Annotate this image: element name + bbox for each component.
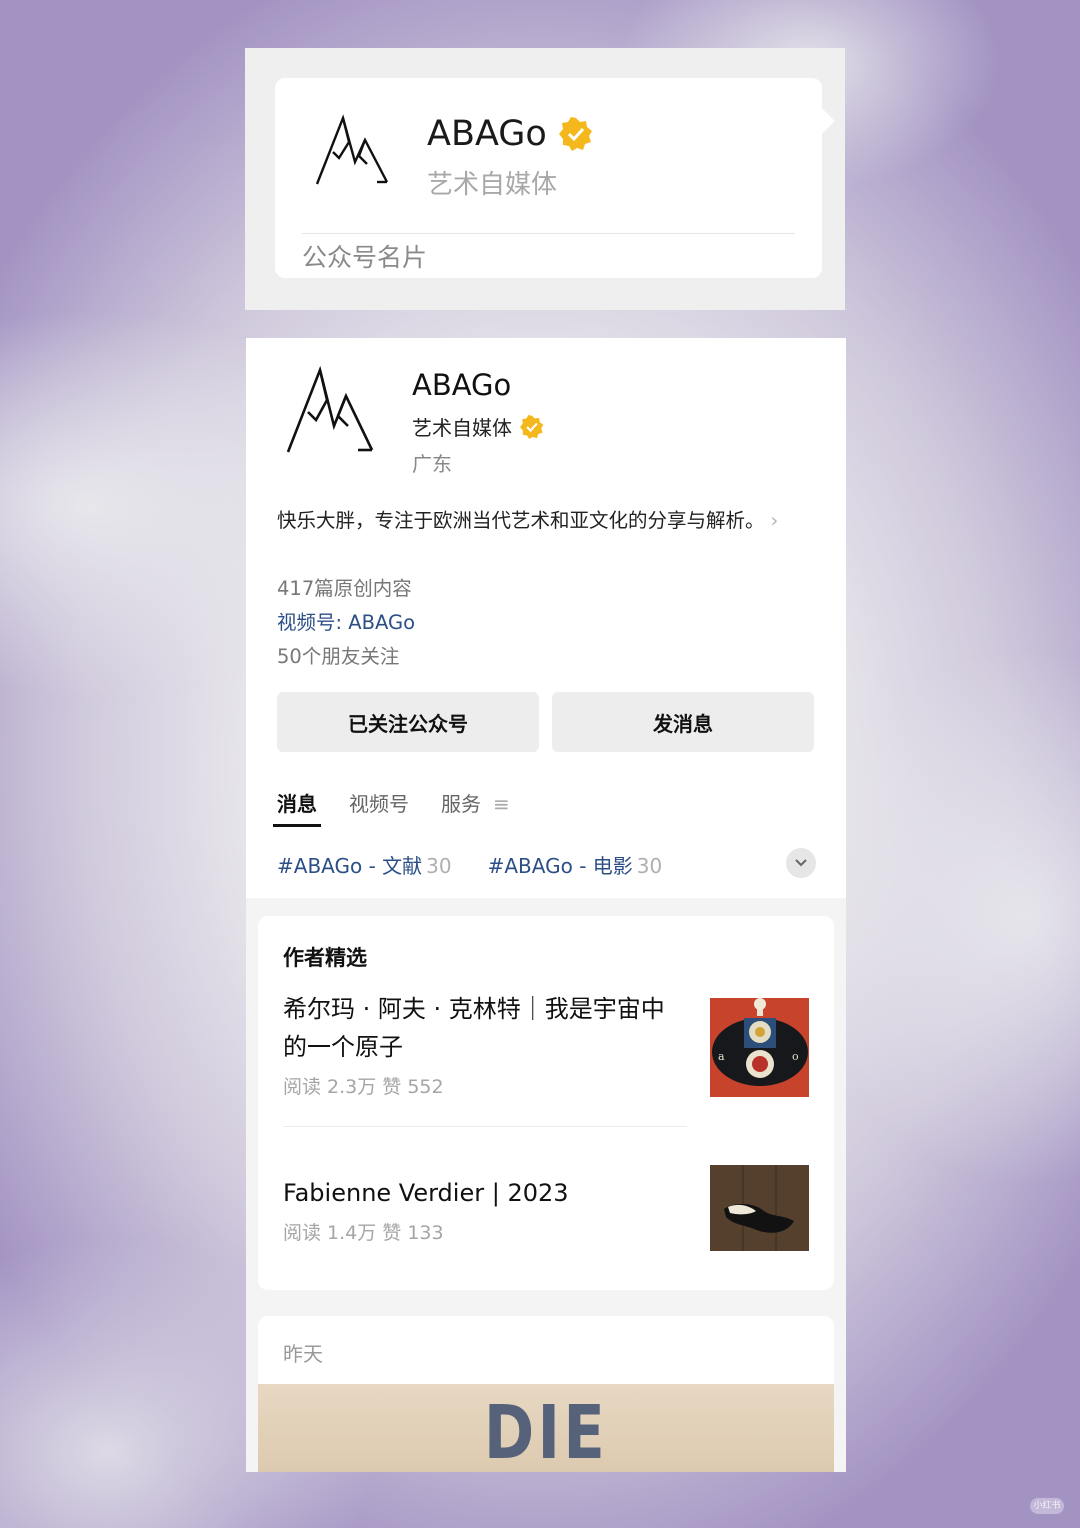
tab-channels-label: 视频号: [349, 792, 409, 816]
share-card[interactable]: ABAGo 艺术自媒体 公众号名片: [275, 78, 835, 278]
feed-cover-image[interactable]: DIE SCHEUCHE: [258, 1384, 834, 1472]
tag-literature[interactable]: #ABAGo - 文献 30: [277, 850, 452, 879]
divider: [283, 1126, 687, 1127]
profile-name: ABAGo: [412, 368, 512, 402]
verified-badge-icon: [520, 414, 544, 439]
menu-icon: ≡: [493, 792, 510, 816]
share-card-frame: ABAGo 艺术自媒体 公众号名片: [245, 48, 845, 310]
tag-count: 30: [636, 854, 663, 878]
share-card-subtitle: 艺术自媒体: [427, 170, 558, 200]
profile-type: 艺术自媒体: [412, 416, 512, 440]
feed-day-card: 昨天 DIE SCHEUCHE: [258, 1316, 834, 1472]
tag-label: #ABAGo - 文献: [277, 854, 423, 878]
tab-messages-label: 消息: [277, 792, 317, 816]
article-item[interactable]: Fabienne Verdier | 2023 阅读 1.4万 赞 133: [283, 1174, 673, 1245]
send-message-button[interactable]: 发消息: [552, 692, 814, 752]
divider: [302, 233, 795, 234]
mountain-logo-icon[interactable]: [286, 366, 376, 458]
day-label: 昨天: [283, 1342, 323, 1366]
chevron-right-icon: ›: [770, 509, 779, 532]
followed-button[interactable]: 已关注公众号: [277, 692, 539, 752]
article-thumbnail[interactable]: a o: [710, 998, 809, 1097]
profile-location: 广东: [412, 452, 452, 476]
article-title: 希尔玛 · 阿夫 · 克林特｜我是宇宙中的一个原子: [283, 995, 665, 1061]
article-stats: 阅读 1.4万 赞 133: [283, 1222, 444, 1244]
tag-count: 30: [426, 854, 452, 878]
friends-following[interactable]: 50个朋友关注: [277, 640, 399, 669]
profile-description-text: 快乐大胖，专注于欧洲当代艺术和亚文化的分享与解析。: [277, 509, 765, 532]
verified-badge-icon: [558, 117, 592, 151]
tag-film[interactable]: #ABAGo - 电影 30: [488, 850, 663, 879]
author-selection-card: 作者精选 希尔玛 · 阿夫 · 克林特｜我是宇宙中的一个原子 阅读 2.3万 赞…: [258, 916, 834, 1290]
chevron-down-icon: [795, 859, 807, 867]
tag-row: #ABAGo - 文献 30 #ABAGo - 电影 30: [277, 850, 698, 879]
profile-panel: ABAGo 艺术自媒体 广东 快乐大胖，专注于欧洲当代艺术和亚文化的分享与解析。…: [246, 338, 846, 1472]
watermark: 小红书: [1030, 1498, 1064, 1514]
article-stats: 阅读 2.3万 赞 552: [283, 1076, 444, 1098]
profile-header: ABAGo 艺术自媒体 广东 快乐大胖，专注于欧洲当代艺术和亚文化的分享与解析。…: [246, 338, 846, 898]
expand-tags-button[interactable]: [786, 848, 816, 878]
article-thumbnail[interactable]: [710, 1165, 809, 1251]
share-card-name: ABAGo: [427, 114, 547, 154]
article-item[interactable]: 希尔玛 · 阿夫 · 克林特｜我是宇宙中的一个原子 阅读 2.3万 赞 552: [283, 990, 673, 1099]
mountain-logo-icon: [315, 114, 389, 185]
svg-text:o: o: [792, 1050, 799, 1063]
tag-label: #ABAGo - 电影: [487, 854, 633, 878]
original-articles-count: 417篇原创内容: [277, 577, 412, 600]
tab-bar: 消息 视频号 服务 ≡: [273, 788, 542, 827]
tab-messages[interactable]: 消息: [273, 788, 321, 827]
tab-channels[interactable]: 视频号: [349, 788, 409, 817]
cover-title: DIE SCHEUCHE: [483, 1390, 609, 1472]
svg-text:a: a: [718, 1050, 725, 1063]
profile-description[interactable]: 快乐大胖，专注于欧洲当代艺术和亚文化的分享与解析。 ›: [277, 504, 797, 537]
share-card-footer: 公众号名片: [302, 243, 428, 272]
bubble-tail: [809, 108, 835, 134]
tab-services[interactable]: 服务 ≡: [441, 788, 510, 817]
article-title: Fabienne Verdier | 2023: [283, 1179, 569, 1207]
tab-services-label: 服务: [441, 792, 481, 816]
profile-type-row: 艺术自媒体: [412, 412, 544, 441]
selection-title: 作者精选: [283, 946, 367, 970]
share-card-name-row: ABAGo: [427, 114, 593, 154]
video-channel-link[interactable]: 视频号: ABAGo: [277, 606, 415, 635]
